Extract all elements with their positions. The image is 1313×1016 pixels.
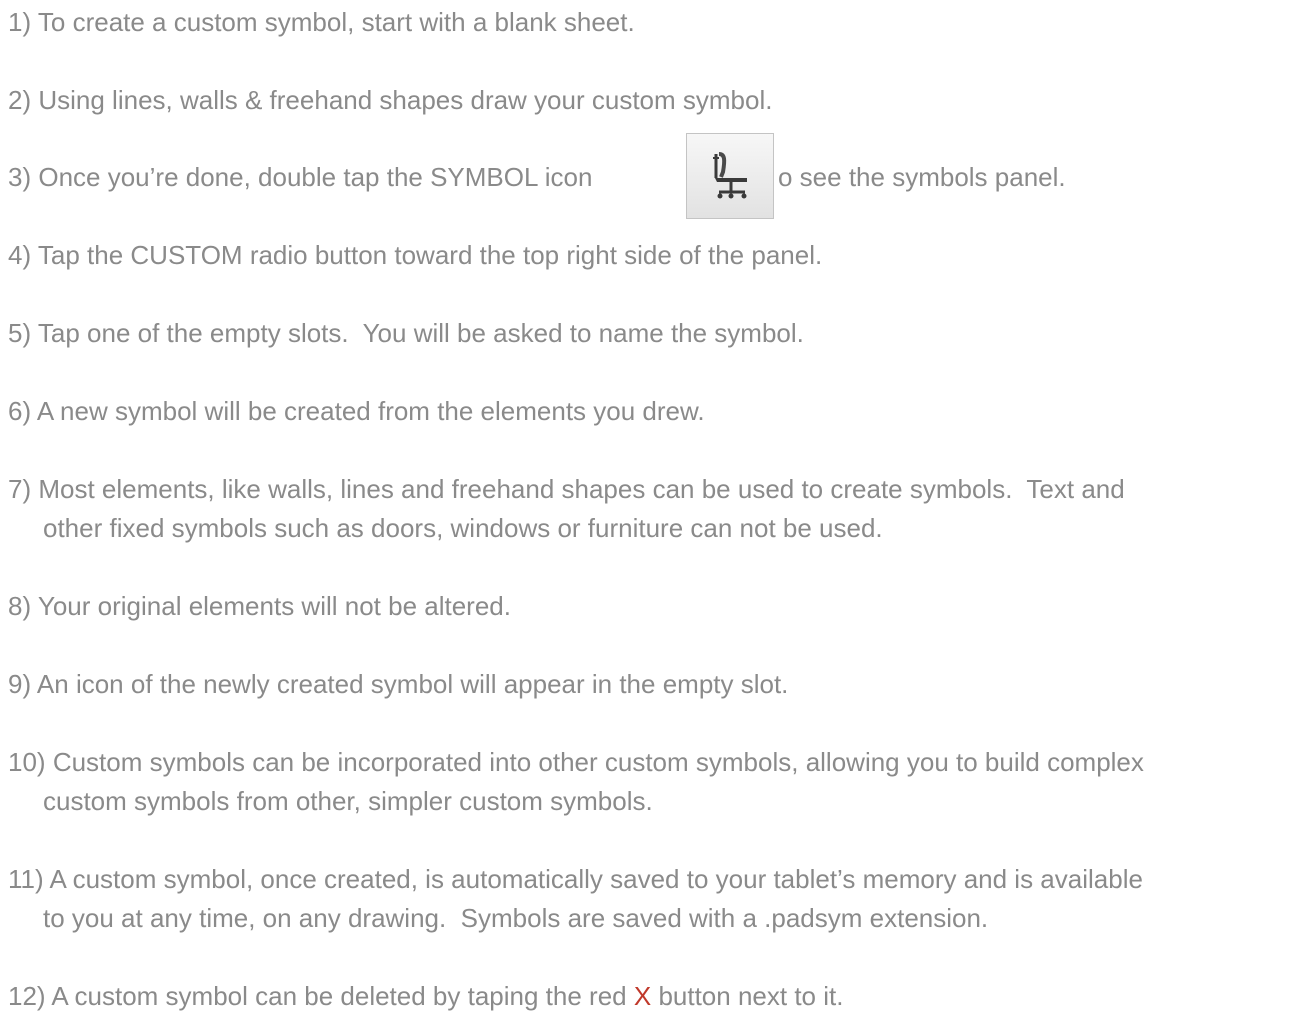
list-item: 11) A custom symbol, once created, is au… [8, 860, 1308, 938]
list-item: 9) An icon of the newly created symbol w… [8, 665, 1308, 704]
step-number: 1) [8, 7, 32, 37]
list-item: 5) Tap one of the empty slots. You will … [8, 314, 1308, 353]
step-number: 5) [8, 318, 32, 348]
list-item: 10) Custom symbols can be incorporated i… [8, 743, 1308, 821]
step-text-line2: to you at any time, on any drawing. Symb… [43, 903, 989, 933]
step-text-continued: button next to it. [658, 981, 844, 1011]
list-item: 6) A new symbol will be created from the… [8, 392, 1308, 431]
list-item: 2) Using lines, walls & freehand shapes … [8, 81, 1308, 120]
step-number: 7) [8, 474, 32, 504]
step-number: 10) [8, 747, 46, 777]
step-number: 9) [8, 669, 32, 699]
step-number: 11) [8, 864, 44, 894]
step-number: 3) [8, 162, 32, 192]
step-number: 4) [8, 240, 32, 270]
delete-x-mark: X [633, 981, 652, 1011]
step-text: An icon of the newly created symbol will… [36, 669, 789, 699]
list-item: 4) Tap the CUSTOM radio button toward th… [8, 236, 1308, 275]
step-text: Most elements, like walls, lines and fre… [38, 474, 1125, 504]
step-text: Once you’re done, double tap the SYMBOL … [38, 162, 593, 192]
step-number: 2) [8, 85, 32, 115]
step-text: Using lines, walls & freehand shapes dra… [38, 85, 773, 115]
step-number: 6) [8, 396, 32, 426]
step-text: A custom symbol, once created, is automa… [49, 864, 1143, 894]
step-number: 8) [8, 591, 32, 621]
symbol-tool-button[interactable] [686, 133, 774, 219]
step-text: A custom symbol can be deleted by taping… [51, 981, 627, 1011]
list-item: 1) To create a custom symbol, start with… [8, 3, 1308, 42]
step-text-line2: other fixed symbols such as doors, windo… [43, 513, 883, 543]
step-text: Your original elements will not be alter… [37, 591, 511, 621]
list-item: 3) Once you’re done, double tap the SYMB… [8, 133, 1308, 219]
list-item: 12) A custom symbol can be deleted by ta… [8, 977, 1308, 1016]
step-text: Tap the CUSTOM radio button toward the t… [37, 240, 823, 270]
office-chair-icon [713, 152, 747, 199]
step-text: A new symbol will be created from the el… [36, 396, 705, 426]
step-text: Custom symbols can be incorporated into … [52, 747, 1144, 777]
list-item: 8) Your original elements will not be al… [8, 587, 1308, 626]
step-text: To create a custom symbol, start with a … [37, 7, 635, 37]
list-item: 7) Most elements, like walls, lines and … [8, 470, 1308, 548]
step-text: Tap one of the empty slots. You will be … [37, 318, 804, 348]
step-text-line2: custom symbols from other, simpler custo… [43, 786, 653, 816]
step-text-continued: o see the symbols panel. [778, 162, 1066, 192]
step-number: 12) [8, 981, 46, 1011]
